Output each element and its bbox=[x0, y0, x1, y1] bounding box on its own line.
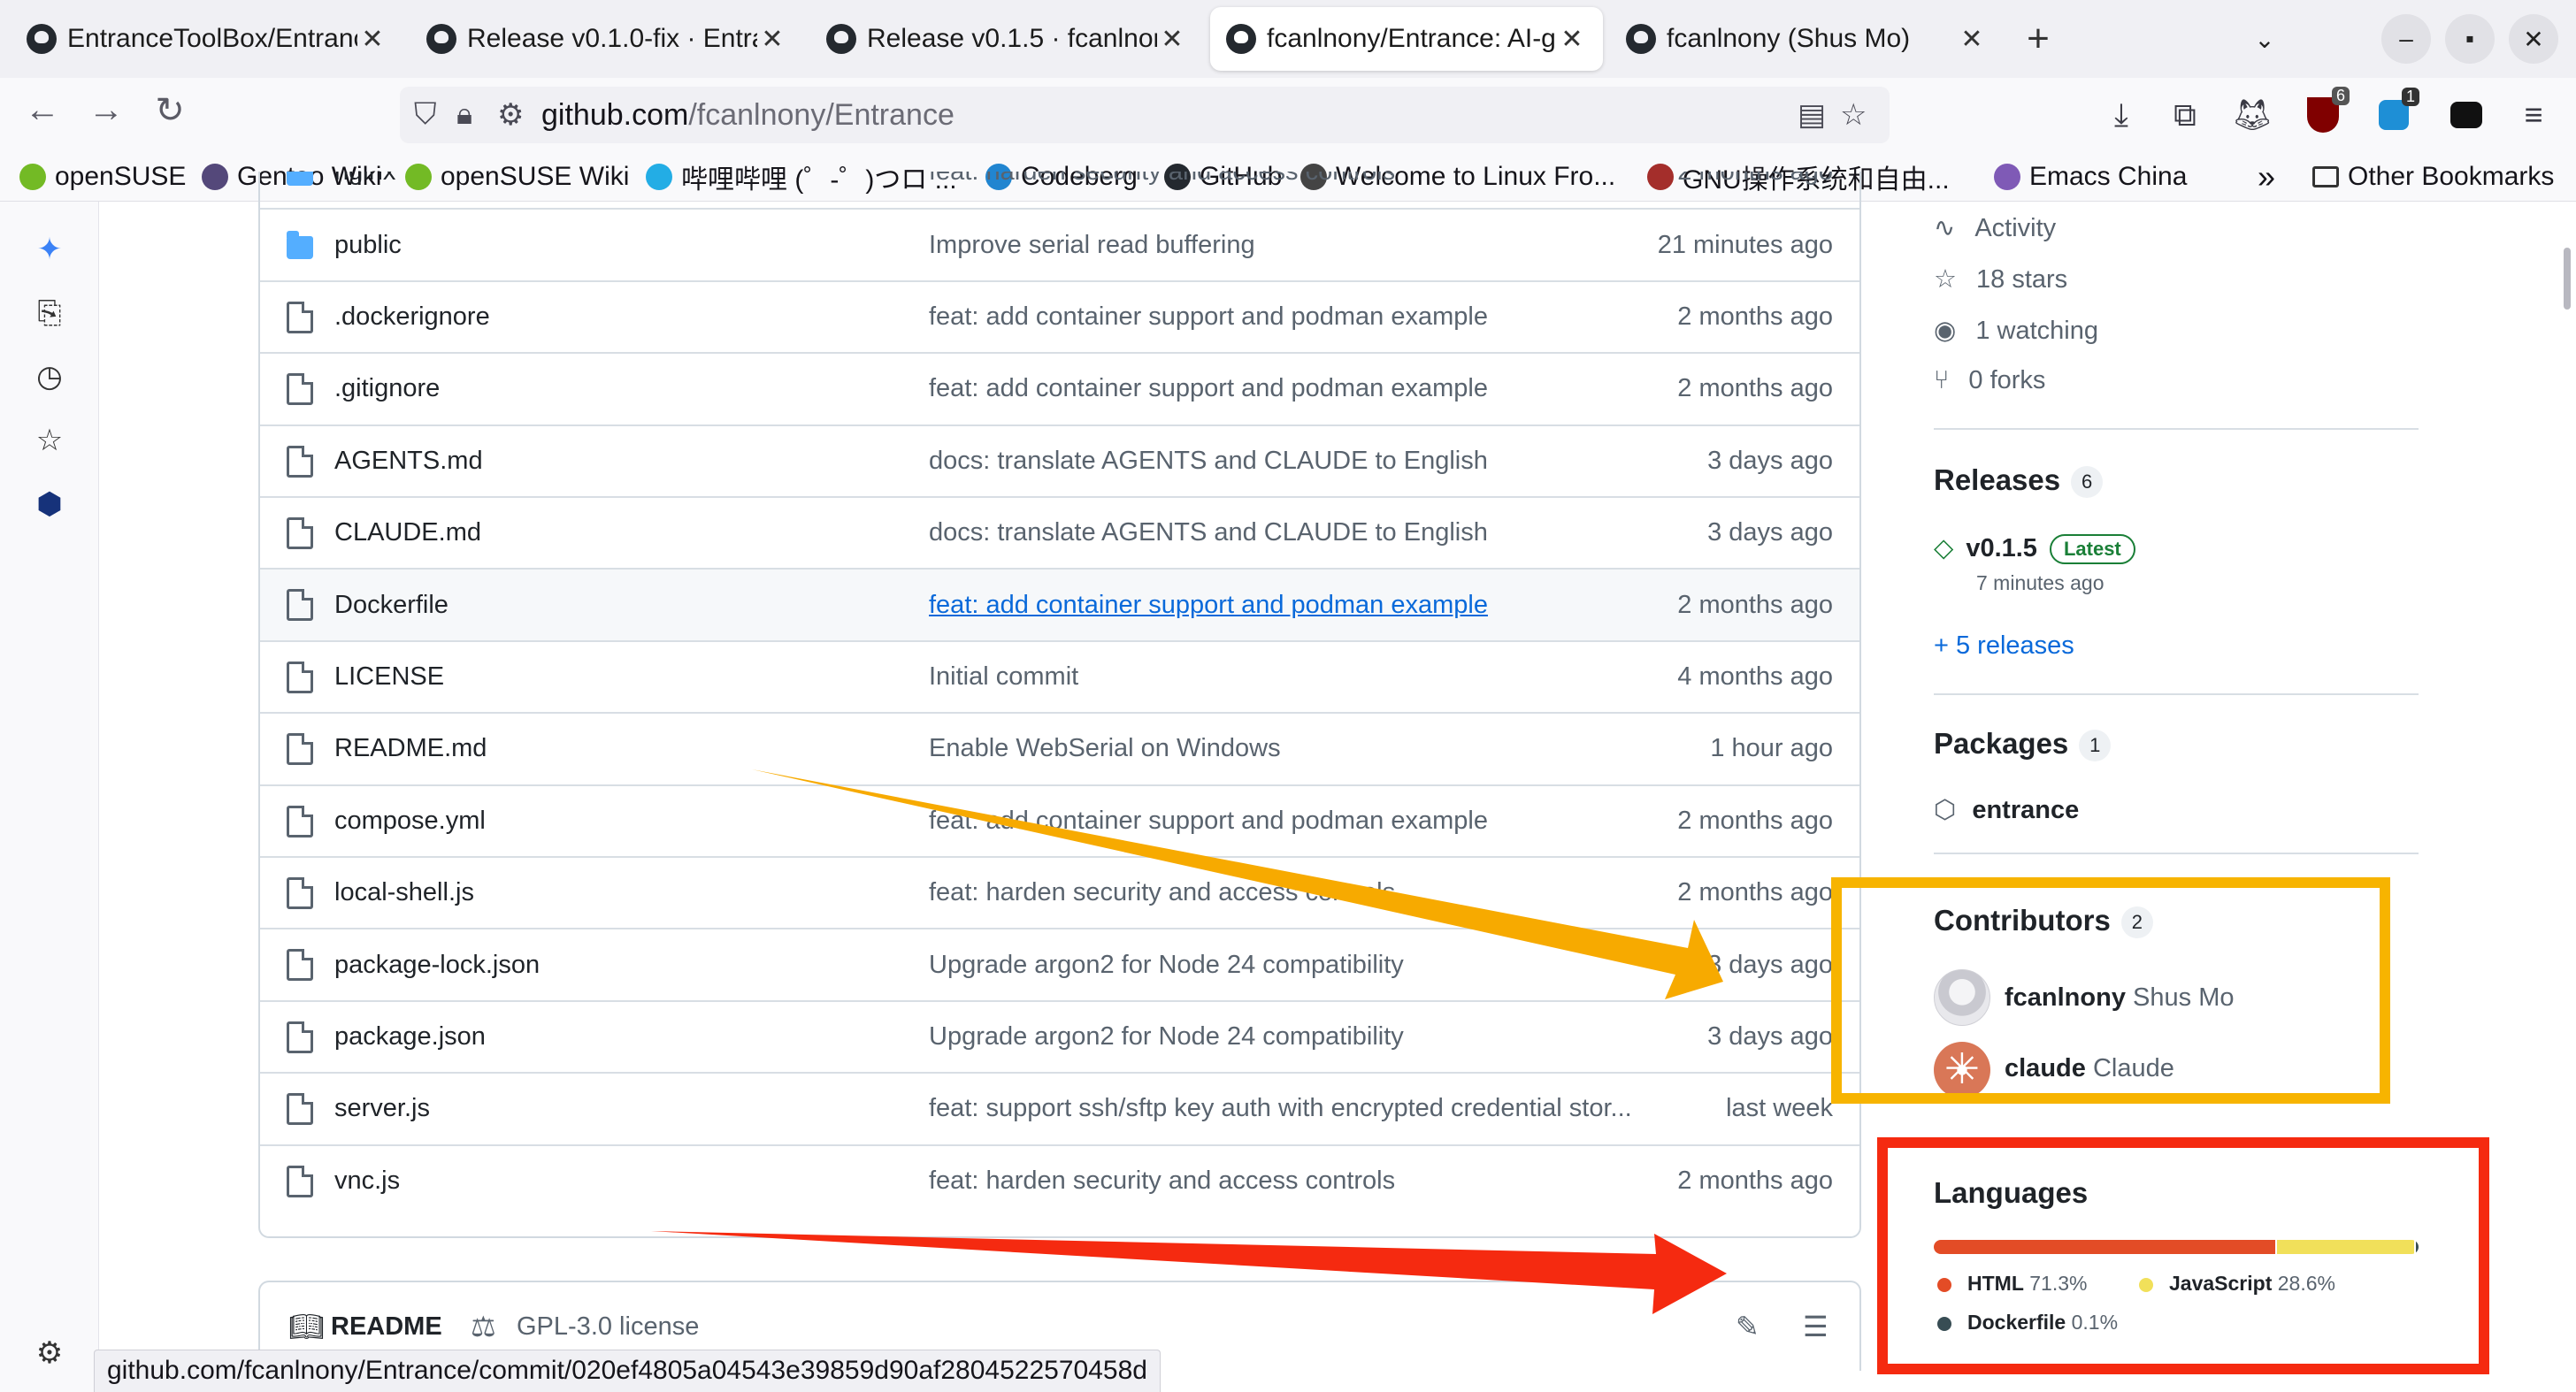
red-arrow bbox=[651, 1231, 1727, 1314]
languages-highlight-box bbox=[1877, 1137, 2489, 1374]
yellow-arrow bbox=[752, 769, 1723, 999]
status-url: github.com/fcanlnony/Entrance/commit/020… bbox=[94, 1350, 1161, 1392]
contributors-highlight-box bbox=[1831, 877, 2390, 1104]
page-scrollbar[interactable] bbox=[2564, 248, 2571, 310]
